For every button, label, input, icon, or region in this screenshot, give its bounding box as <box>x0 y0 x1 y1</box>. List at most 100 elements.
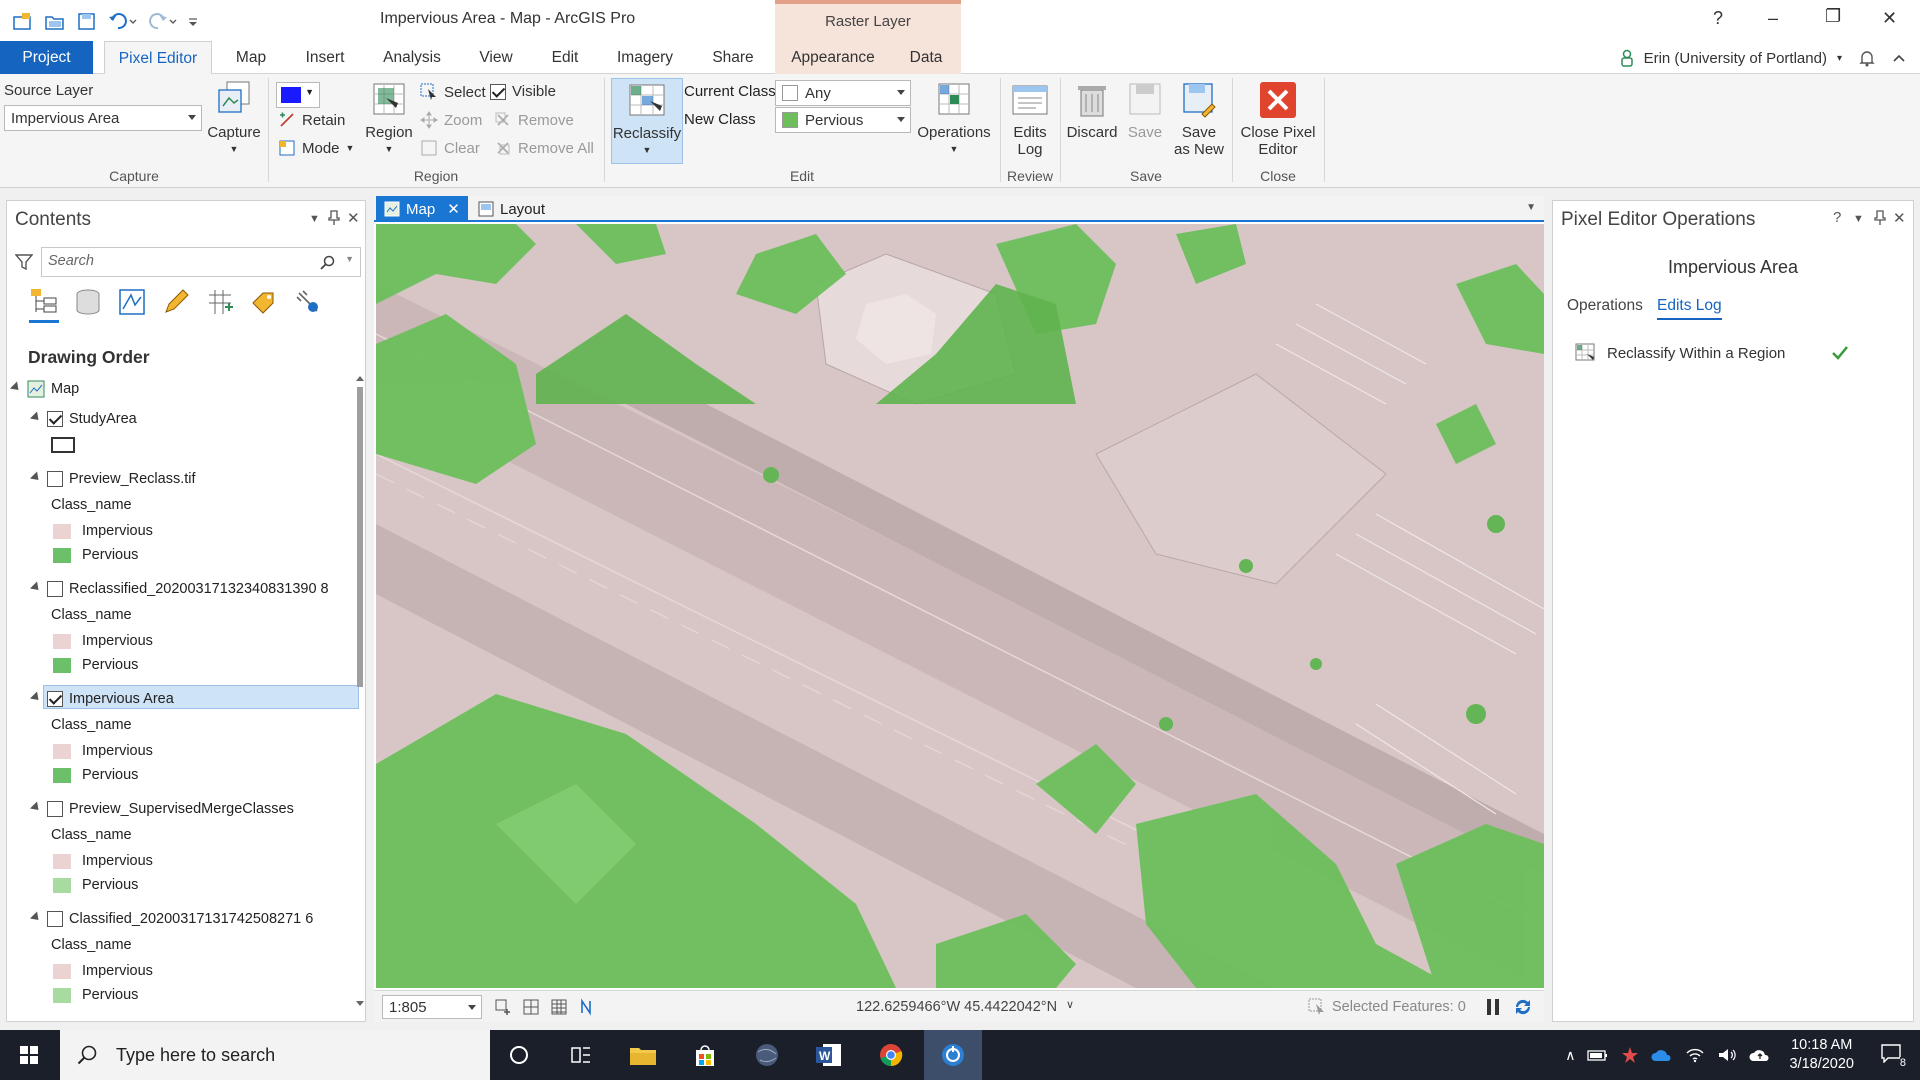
cortana-button[interactable] <box>490 1030 548 1080</box>
tab-data[interactable]: Data <box>891 41 961 74</box>
volume-icon[interactable] <box>1717 1047 1737 1063</box>
tab-project[interactable]: Project <box>0 41 93 74</box>
list-by-labeling-icon[interactable] <box>249 287 279 317</box>
layer-visibility-checkbox[interactable] <box>47 801 63 817</box>
region-button[interactable]: Region ▼ <box>360 80 418 158</box>
pin-icon[interactable] <box>1873 209 1887 229</box>
tab-insert[interactable]: Insert <box>292 41 358 74</box>
legend-item-pervious[interactable]: Pervious <box>53 653 138 677</box>
save-as-new-button[interactable]: Save as New <box>1170 80 1228 158</box>
toc-layer-reclassified[interactable]: Reclassified_20200317132340831390 8 <box>29 577 329 601</box>
layer-visibility-checkbox[interactable] <box>47 691 63 707</box>
toc-layer-preview-supervised[interactable]: Preview_SupervisedMergeClasses <box>29 797 294 821</box>
taskbar-store[interactable] <box>676 1030 734 1080</box>
table-icon[interactable] <box>550 998 568 1020</box>
list-by-selection-icon[interactable] <box>117 287 147 317</box>
close-window-icon[interactable]: ✕ <box>1882 8 1897 29</box>
layer-visibility-checkbox[interactable] <box>47 411 63 427</box>
tab-map[interactable]: Map <box>222 41 280 74</box>
chevron-down-icon[interactable]: ▼ <box>345 254 354 264</box>
expand-icon[interactable] <box>29 801 43 814</box>
expand-icon[interactable] <box>29 411 43 424</box>
toc-layer-classified[interactable]: Classified_20200317131742508271 6 <box>29 907 313 931</box>
help-icon[interactable]: ? <box>1713 8 1723 29</box>
legend-item-impervious[interactable]: Impervious <box>53 629 153 653</box>
list-by-snapping-icon[interactable] <box>205 287 235 317</box>
minimize-icon[interactable]: – <box>1768 8 1778 29</box>
refresh-icon[interactable] <box>1512 996 1534 1022</box>
expand-icon[interactable] <box>9 381 23 394</box>
new-class-dropdown[interactable]: Pervious <box>775 107 911 133</box>
layer-visibility-checkbox[interactable] <box>47 581 63 597</box>
tab-edits-log[interactable]: Edits Log <box>1657 297 1722 320</box>
taskbar-word[interactable]: W <box>800 1030 858 1080</box>
taskbar-clock[interactable]: 10:18 AM 3/18/2020 <box>1789 1036 1854 1074</box>
save-button[interactable]: Save <box>1122 80 1168 141</box>
source-layer-dropdown[interactable]: Impervious Area <box>4 105 202 131</box>
visible-check[interactable] <box>490 83 506 100</box>
pause-drawing-icon[interactable] <box>1484 997 1502 1021</box>
legend-item-pervious[interactable]: Pervious <box>53 543 138 567</box>
open-project-icon[interactable] <box>44 11 66 31</box>
search-icon[interactable] <box>320 255 336 271</box>
close-tab-icon[interactable]: ✕ <box>447 200 460 218</box>
notification-center-button[interactable]: 8 <box>1880 1043 1906 1069</box>
map-canvas[interactable] <box>376 224 1544 988</box>
legend-item-pervious[interactable]: Pervious <box>53 873 138 897</box>
tab-edit[interactable]: Edit <box>538 41 592 74</box>
zoom-button[interactable]: Zoom <box>420 111 482 129</box>
close-pane-icon[interactable]: ✕ <box>1893 209 1906 227</box>
onedrive-icon[interactable] <box>1651 1048 1673 1062</box>
capture-button[interactable]: Capture ▼ <box>205 80 263 158</box>
tab-pixel-editor[interactable]: Pixel Editor <box>104 41 212 74</box>
close-pixel-editor-button[interactable]: Close Pixel Editor <box>1236 80 1320 158</box>
toc-layer-impervious-area[interactable]: Impervious Area <box>29 687 174 711</box>
windows-start-button[interactable] <box>0 1030 58 1080</box>
pane-options-icon[interactable]: ▼ <box>1853 213 1864 225</box>
list-by-drawing-order-icon[interactable] <box>29 287 59 323</box>
edits-log-button[interactable]: Edits Log <box>1003 80 1057 158</box>
customize-qat-icon[interactable] <box>186 11 208 31</box>
remove-button[interactable]: Remove <box>494 111 574 129</box>
wifi-icon[interactable] <box>1685 1047 1705 1063</box>
user-account[interactable]: Erin (University of Portland) ▾ <box>1620 49 1906 67</box>
remove-all-button[interactable]: Remove All <box>494 139 594 157</box>
close-pane-icon[interactable]: ✕ <box>347 209 360 227</box>
select-button[interactable]: Select <box>420 83 486 101</box>
tab-imagery[interactable]: Imagery <box>606 41 684 74</box>
grid-icon[interactable] <box>522 998 540 1020</box>
pane-options-icon[interactable]: ▼ <box>309 213 320 225</box>
toc-layer-studyarea[interactable]: StudyArea <box>29 407 137 431</box>
toc-map-row[interactable]: Map <box>9 377 79 401</box>
tab-operations[interactable]: Operations <box>1567 297 1643 315</box>
taskbar-search-box[interactable]: Type here to search <box>60 1030 490 1080</box>
region-color-picker[interactable]: ▼ <box>276 82 320 108</box>
pin-icon[interactable] <box>327 209 341 229</box>
contents-scrollbar[interactable] <box>355 373 365 1013</box>
mode-button[interactable]: Mode ▼ <box>278 139 354 157</box>
save-project-icon[interactable] <box>76 11 98 31</box>
legend-item-impervious[interactable]: Impervious <box>53 519 153 543</box>
tab-appearance[interactable]: Appearance <box>775 41 891 74</box>
collapse-ribbon-icon[interactable] <box>1892 51 1906 65</box>
legend-item-impervious[interactable]: Impervious <box>53 739 153 763</box>
clear-button[interactable]: Clear <box>420 139 480 157</box>
new-project-icon[interactable] <box>12 11 34 31</box>
help-icon[interactable]: ? <box>1833 209 1841 226</box>
expand-icon[interactable] <box>29 581 43 594</box>
taskbar-file-explorer[interactable] <box>614 1030 672 1080</box>
battery-icon[interactable] <box>1587 1048 1609 1062</box>
tab-map-view[interactable]: Map ✕ <box>376 196 468 222</box>
filter-icon[interactable] <box>14 253 34 275</box>
notification-bell-icon[interactable] <box>1858 49 1876 67</box>
legend-item-impervious[interactable]: Impervious <box>53 849 153 873</box>
studyarea-symbol[interactable] <box>51 433 75 457</box>
discard-button[interactable]: Discard <box>1064 80 1120 141</box>
redo-icon[interactable] <box>148 11 177 31</box>
tab-overflow-icon[interactable]: ▼ <box>1526 202 1536 213</box>
current-class-dropdown[interactable]: Any <box>775 80 911 106</box>
list-by-perspective-imagery-icon[interactable] <box>293 287 323 317</box>
taskbar-chrome[interactable] <box>862 1030 920 1080</box>
task-view-button[interactable] <box>552 1030 610 1080</box>
edits-log-entry[interactable]: Reclassify Within a Region <box>1575 343 1849 363</box>
